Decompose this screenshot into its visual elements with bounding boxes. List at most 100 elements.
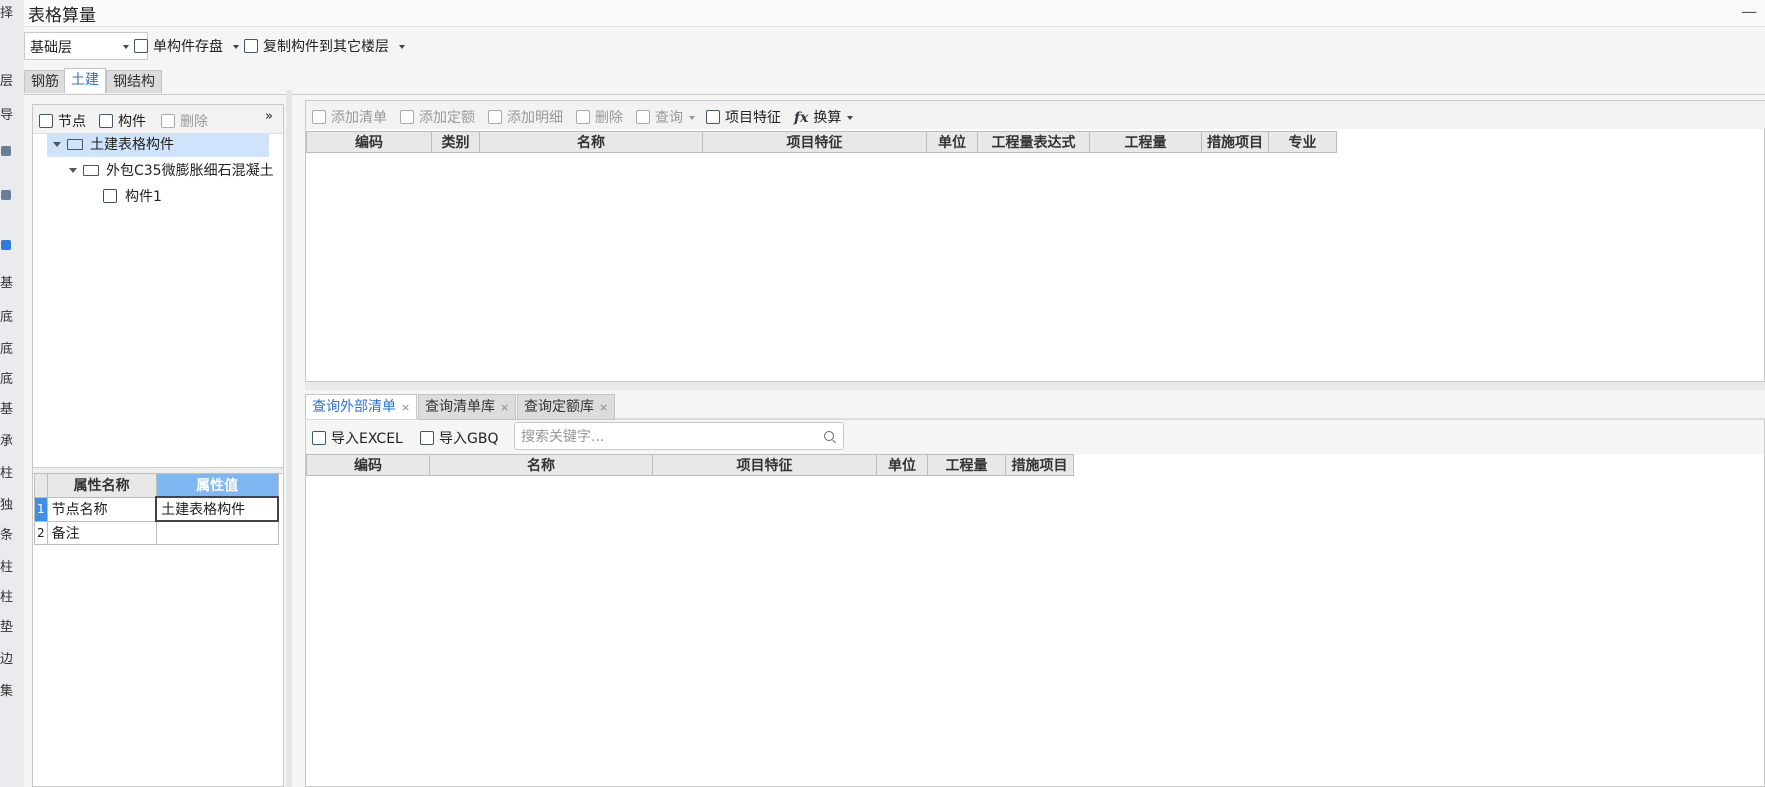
tree-node-label: 外包C35微膨胀细石混凝土 xyxy=(106,163,274,179)
background-strip-icon xyxy=(1,240,11,250)
add-component-button[interactable]: 构件 xyxy=(99,111,146,131)
add-quota-button[interactable]: 添加定额 xyxy=(400,107,475,127)
property-value-input[interactable]: 土建表格构件 xyxy=(155,496,280,522)
property-name: 备注 xyxy=(46,520,157,545)
background-strip-text: 层 xyxy=(0,74,14,89)
horizontal-splitter[interactable] xyxy=(305,382,1765,390)
search-input[interactable] xyxy=(519,424,813,450)
vertical-splitter[interactable] xyxy=(286,90,292,787)
copy-icon xyxy=(244,39,258,53)
convert-button[interactable]: fx 换算 xyxy=(794,107,854,127)
background-strip-text: 底 xyxy=(0,372,14,387)
add-detail-button[interactable]: 添加明细 xyxy=(488,107,563,127)
column-header[interactable]: 措施项目 xyxy=(1006,454,1074,476)
column-header[interactable]: 名称 xyxy=(430,454,653,476)
expand-icon[interactable] xyxy=(53,142,61,147)
row-number: 1 xyxy=(34,496,48,522)
add-detail-label: 添加明细 xyxy=(507,110,563,126)
background-strip-text: 柱 xyxy=(0,590,14,605)
folder-icon xyxy=(83,165,99,176)
add-node-icon xyxy=(39,114,53,128)
copy-to-floor-button[interactable]: 复制构件到其它楼层 xyxy=(244,36,406,56)
property-table: 属性名称 属性值 1 节点名称 土建表格构件 2 备注 xyxy=(34,473,280,545)
column-header[interactable]: 单位 xyxy=(927,131,978,153)
row-number: 2 xyxy=(34,520,48,545)
tab-list-library[interactable]: 查询清单库 × xyxy=(418,394,517,420)
tree-node-root[interactable]: 土建表格构件 xyxy=(47,133,269,157)
column-header[interactable]: 工程量表达式 xyxy=(978,131,1090,153)
tab-quota-library[interactable]: 查询定额库 × xyxy=(517,394,616,420)
external-list-panel: 导入EXCEL 导入GBQ 编码 名称 项目特征 单位 工程量 措施项目 xyxy=(305,420,1765,787)
column-header[interactable]: 工程量 xyxy=(1090,131,1202,153)
search-icon[interactable] xyxy=(824,431,834,441)
delete-row-button[interactable]: 删除 xyxy=(576,107,623,127)
column-header: 属性值 xyxy=(155,473,279,498)
add-quota-label: 添加定额 xyxy=(419,110,475,126)
tab-rebar[interactable]: 钢筋 xyxy=(24,70,66,93)
column-header[interactable]: 编码 xyxy=(306,454,430,476)
tree-node-folder[interactable]: 外包C35微膨胀细石混凝土 xyxy=(69,159,281,183)
delete-label: 删除 xyxy=(180,114,208,130)
chevron-down-icon xyxy=(847,116,854,120)
add-list-icon xyxy=(312,110,326,124)
search-box xyxy=(514,422,844,450)
add-list-button[interactable]: 添加清单 xyxy=(312,107,387,127)
column-header[interactable]: 单位 xyxy=(877,454,928,476)
window-title: 表格算量 xyxy=(28,6,96,26)
add-node-button[interactable]: 节点 xyxy=(39,111,86,131)
expand-icon[interactable] xyxy=(69,168,77,173)
import-gbq-button[interactable]: 导入GBQ xyxy=(420,428,498,448)
column-header[interactable]: 类别 xyxy=(432,131,480,153)
import-excel-button[interactable]: 导入EXCEL xyxy=(312,428,403,448)
copy-to-floor-label: 复制构件到其它楼层 xyxy=(263,39,389,55)
close-icon[interactable]: × xyxy=(401,401,410,414)
tree-node-component[interactable]: 构件1 xyxy=(103,185,162,209)
query-button[interactable]: 查询 xyxy=(636,107,695,127)
column-header[interactable]: 工程量 xyxy=(928,454,1006,476)
tab-label: 查询清单库 xyxy=(425,399,495,415)
tab-civil[interactable]: 土建 xyxy=(64,68,106,93)
tab-steel[interactable]: 钢结构 xyxy=(106,70,162,93)
floor-select[interactable]: 基础层 xyxy=(24,32,148,60)
chevron-down-icon xyxy=(233,45,240,49)
tab-external-list[interactable]: 查询外部清单 × xyxy=(305,394,418,419)
chevron-down-icon xyxy=(399,45,406,49)
column-header[interactable]: 名称 xyxy=(480,131,703,153)
property-value-input[interactable] xyxy=(155,520,279,545)
column-header[interactable]: 专业 xyxy=(1269,131,1337,153)
excel-icon xyxy=(312,431,326,445)
background-strip-text: 柱 xyxy=(0,560,14,575)
project-feature-button[interactable]: 项目特征 xyxy=(706,107,781,127)
component-icon xyxy=(103,189,117,203)
background-strip-text: 承 xyxy=(0,434,14,449)
add-node-label: 节点 xyxy=(58,114,86,130)
import-toolbar: 导入EXCEL 导入GBQ xyxy=(306,420,1764,454)
save-component-button[interactable]: 单构件存盘 xyxy=(134,36,240,56)
import-excel-label: 导入EXCEL xyxy=(331,431,403,447)
column-header: 属性名称 xyxy=(46,473,157,498)
table-row[interactable]: 2 备注 xyxy=(34,520,279,545)
tree-node-label: 构件1 xyxy=(125,189,162,205)
table-row[interactable]: 1 节点名称 土建表格构件 xyxy=(34,496,280,522)
convert-label: 换算 xyxy=(813,110,842,126)
column-header[interactable]: 编码 xyxy=(306,131,432,153)
floor-select-value: 基础层 xyxy=(30,40,72,56)
column-header[interactable]: 项目特征 xyxy=(653,454,877,476)
trash-icon xyxy=(161,114,175,128)
component-tree-panel: 节点 构件 删除 » 土建表格构件 外包C35微膨胀细石混凝土 构件1 属性名称… xyxy=(32,104,284,787)
title-bar: 表格算量 — xyxy=(24,0,1765,27)
minimize-button[interactable]: — xyxy=(1741,2,1757,21)
column-header[interactable]: 项目特征 xyxy=(703,131,927,153)
gbq-icon xyxy=(420,431,434,445)
background-strip-text: 基 xyxy=(0,276,14,291)
tab-label: 查询外部清单 xyxy=(312,399,396,415)
delete-button[interactable]: 删除 xyxy=(161,111,208,131)
table-quantity-window: 表格算量 — 基础层 单构件存盘 复制构件到其它楼层 钢筋 土建 钢结构 节点 … xyxy=(24,0,1765,787)
close-icon[interactable]: × xyxy=(500,401,509,414)
more-tools-button[interactable]: » xyxy=(265,109,273,124)
column-header[interactable]: 措施项目 xyxy=(1202,131,1269,153)
close-icon[interactable]: × xyxy=(599,401,608,414)
background-strip-text: 独 xyxy=(0,498,14,513)
bill-grid-header: 编码 类别 名称 项目特征 单位 工程量表达式 工程量 措施项目 专业 xyxy=(306,131,1337,153)
background-strip-text: 底 xyxy=(0,342,14,357)
